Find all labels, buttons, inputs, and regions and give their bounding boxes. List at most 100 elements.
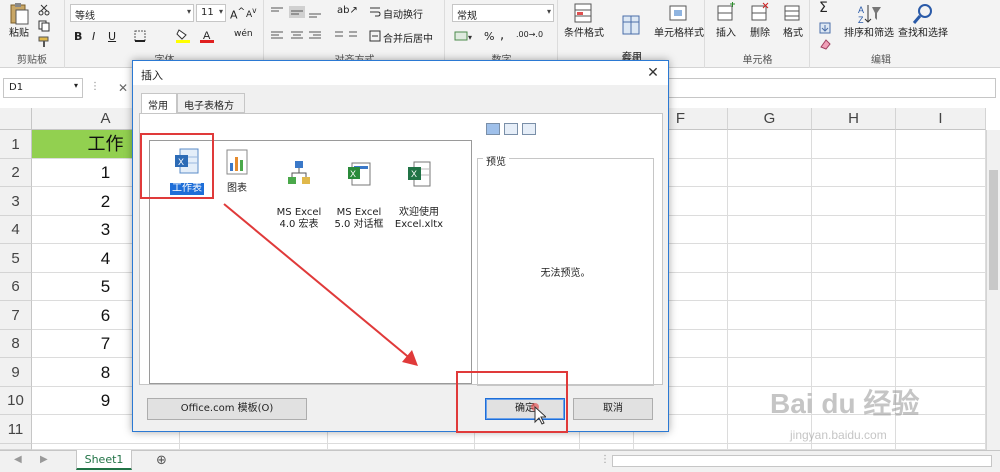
add-sheet-button[interactable]: ⊕ (156, 453, 167, 468)
table-cell[interactable] (896, 187, 986, 216)
copy-icon[interactable] (38, 20, 50, 32)
decrease-font-icon[interactable]: Av (246, 6, 257, 20)
horizontal-scrollbar[interactable] (612, 455, 992, 467)
orientation-icon[interactable]: ab↗ (337, 5, 358, 16)
table-cell[interactable] (728, 187, 812, 216)
column-header-i[interactable]: I (896, 108, 986, 130)
align-top-icon[interactable] (269, 6, 327, 18)
insert-cells-button[interactable]: 插入 (710, 2, 742, 40)
table-cell[interactable] (728, 244, 812, 273)
increase-font-icon[interactable]: A^ (230, 6, 245, 22)
column-header-g[interactable]: G (728, 108, 812, 130)
table-cell[interactable] (728, 216, 812, 244)
format-cells-button[interactable]: 格式 (778, 2, 808, 40)
list-item-chart[interactable]: 图表 (206, 147, 268, 195)
table-cell[interactable] (812, 216, 896, 244)
row-header-7[interactable]: 7 (0, 301, 32, 330)
fill-color-icon[interactable] (176, 28, 190, 44)
close-icon[interactable]: ✕ (644, 64, 662, 82)
formula-divider-icon: ⋮ (90, 81, 100, 92)
row-header-5[interactable]: 5 (0, 244, 32, 273)
row-header-11[interactable]: 11 (0, 415, 32, 444)
table-cell[interactable] (812, 244, 896, 273)
merge-center-button[interactable]: 合并后居中 (383, 30, 433, 45)
format-painter-icon[interactable] (38, 36, 50, 48)
table-cell[interactable] (896, 244, 986, 273)
sort-filter-button[interactable]: AZ 排序和筛选 (841, 2, 897, 40)
vertical-scrollbar[interactable] (986, 130, 1000, 450)
table-cell[interactable] (896, 159, 986, 187)
list-view-icon[interactable] (504, 123, 518, 135)
phonetic-button[interactable]: wén (234, 29, 253, 39)
row-header-8[interactable]: 8 (0, 330, 32, 358)
table-cell[interactable] (812, 187, 896, 216)
formula-input[interactable] (668, 78, 996, 98)
indent-icon[interactable] (331, 30, 361, 42)
table-cell[interactable] (896, 330, 986, 358)
sheet-tab-sheet1[interactable]: Sheet1 (76, 450, 132, 470)
clear-icon[interactable] (819, 38, 831, 50)
find-select-button[interactable]: 查找和选择 (897, 2, 949, 40)
cut-icon[interactable] (38, 4, 50, 16)
cell-styles-button[interactable]: 单元格样式 (653, 2, 705, 40)
wrap-text-button[interactable]: 自动换行 (383, 6, 423, 21)
name-box[interactable]: D1 ▾ (3, 78, 83, 98)
office-templates-button[interactable]: Office.com 模板(O) (147, 398, 307, 420)
details-view-icon[interactable] (522, 123, 536, 135)
increase-decimal-icon[interactable]: .00→.0 (516, 30, 543, 39)
tab-general[interactable]: 常用 (141, 93, 177, 114)
table-cell[interactable] (812, 159, 896, 187)
row-header-9[interactable]: 9 (0, 358, 32, 387)
row-header-3[interactable]: 3 (0, 187, 32, 216)
cancel-button[interactable]: 取消 (573, 398, 653, 420)
vertical-scrollbar-thumb[interactable] (989, 170, 998, 290)
percent-button[interactable]: % (484, 30, 494, 43)
styles-group: 条件格式 套用 表格格式 单元格样式 样式 (559, 0, 705, 75)
table-cell[interactable] (728, 159, 812, 187)
table-cell[interactable] (728, 301, 812, 330)
large-icons-view-icon[interactable] (486, 123, 500, 135)
table-cell[interactable] (728, 273, 812, 301)
font-color-icon[interactable]: A (200, 28, 214, 44)
select-all-corner[interactable] (0, 108, 32, 130)
table-cell[interactable] (728, 130, 812, 159)
row-header-1[interactable]: 1 (0, 130, 32, 159)
cancel-entry-button[interactable]: ✕ (112, 78, 134, 98)
row-header-6[interactable]: 6 (0, 273, 32, 301)
table-cell[interactable] (728, 330, 812, 358)
table-cell[interactable] (812, 301, 896, 330)
currency-icon[interactable]: ▾ (454, 30, 474, 42)
autosum-icon[interactable]: Σ (819, 0, 828, 16)
font-name-select[interactable]: 等线 ▾ (70, 4, 194, 22)
italic-button[interactable]: I (92, 30, 95, 43)
delete-cells-button[interactable]: 删除 (744, 2, 776, 40)
paste-button[interactable]: 粘贴 (6, 2, 32, 40)
table-cell[interactable] (896, 273, 986, 301)
table-cell[interactable] (896, 130, 986, 159)
table-cell[interactable] (812, 130, 896, 159)
scroll-right-icon[interactable]: ▶ (40, 454, 48, 465)
number-format-select[interactable]: 常规 ▾ (452, 4, 554, 22)
scroll-left-icon[interactable]: ◀ (14, 454, 22, 465)
bold-button[interactable]: B (74, 30, 82, 43)
fill-icon[interactable] (819, 22, 831, 34)
more-options-icon[interactable]: ⋮ (600, 454, 610, 465)
font-size-select[interactable]: 11 ▾ (196, 4, 226, 22)
row-header-2[interactable]: 2 (0, 159, 32, 187)
table-cell[interactable] (896, 216, 986, 244)
row-header-4[interactable]: 4 (0, 216, 32, 244)
table-cell[interactable] (812, 273, 896, 301)
tab-spreadsheet-solutions[interactable]: 电子表格方案 (177, 93, 245, 127)
wrap-text-icon (370, 7, 381, 17)
list-item-label: 图表 (227, 183, 247, 194)
table-cell[interactable] (812, 330, 896, 358)
alignment-group: ab↗ 自动换行 合并后居中 对齐方式 (265, 0, 445, 68)
align-left-icon[interactable] (269, 30, 327, 42)
border-icon[interactable] (134, 30, 146, 42)
table-cell[interactable] (896, 301, 986, 330)
row-header-10[interactable]: 10 (0, 387, 32, 415)
column-header-h[interactable]: H (812, 108, 896, 130)
underline-button[interactable]: U (108, 30, 116, 43)
comma-button[interactable]: , (500, 28, 504, 43)
conditional-format-button[interactable]: 条件格式 (561, 2, 607, 40)
